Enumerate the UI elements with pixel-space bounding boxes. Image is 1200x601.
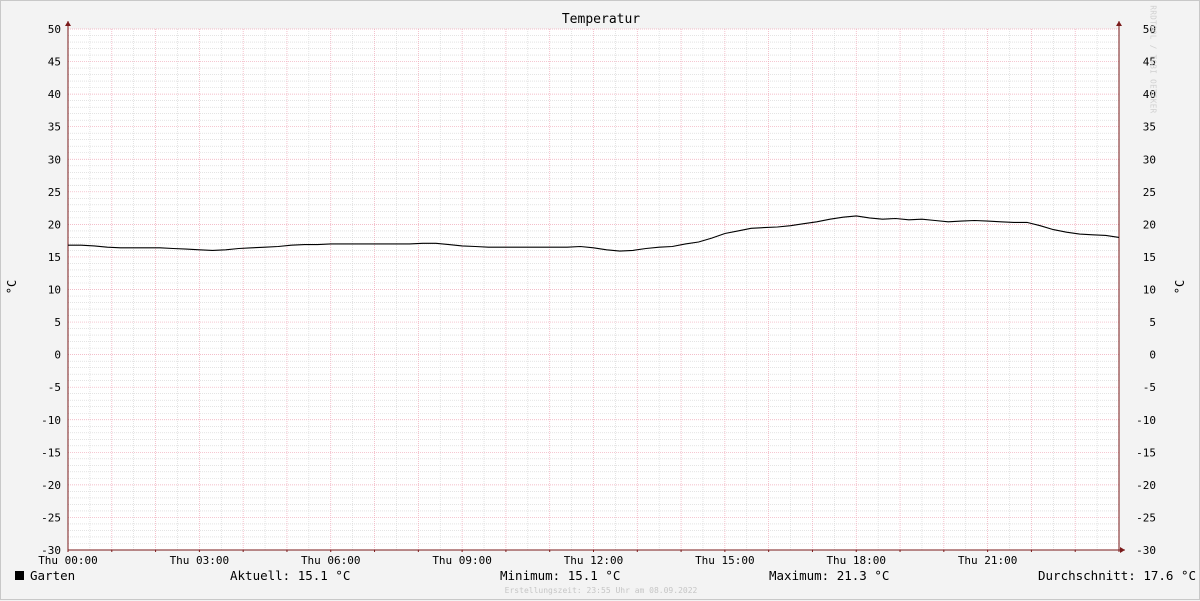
- legend-maximum: Maximum: 21.3 °C: [769, 568, 890, 583]
- y-tick-label-left: 5: [54, 316, 61, 329]
- chart-window: 50 50 45 45 40 40 35 35 30 30 25 25 20 20 15 15 10 10 5 5 0 0…: [0, 0, 1200, 600]
- y-tick-label-right: -15: [1136, 446, 1156, 459]
- y-tick-label-right: 10: [1143, 284, 1156, 297]
- y-tick-label-right: -25: [1136, 511, 1156, 524]
- x-tick-label: Thu 00:00: [38, 554, 98, 567]
- x-tick-label: Thu 09:00: [432, 554, 492, 567]
- x-tick-label: Thu 03:00: [170, 554, 230, 567]
- legend-current: Aktuell: 15.1 °C: [230, 568, 351, 583]
- y-tick-label-left: -15: [41, 446, 61, 459]
- x-tick-label: Thu 15:00: [695, 554, 755, 567]
- y-axis-label-right: °C: [1173, 279, 1187, 295]
- rrdtool-credit: RRDTOOL / TOBI OETIKER: [1148, 5, 1158, 114]
- y-tick-label-right: 25: [1143, 186, 1156, 199]
- y-tick-label-left: 45: [48, 56, 61, 69]
- y-tick-label-left: -10: [41, 414, 61, 427]
- y-tick-label-left: -5: [48, 381, 61, 394]
- y-tick-label-right: -5: [1143, 381, 1156, 394]
- chart-canvas: 50 5045 4540 4035 3530 3025 2520 2015 1510 105 50 0…: [38, 21, 1156, 567]
- y-tick-label-right: -30: [1136, 544, 1156, 557]
- y-tick-label-left: 10: [48, 284, 61, 297]
- x-axis-arrow: [1120, 547, 1125, 553]
- y-tick-label-left: 20: [48, 218, 61, 231]
- y-tick-label-left: 40: [48, 88, 61, 101]
- y-tick-label-right: 0: [1149, 349, 1156, 362]
- x-tick-label: Thu 06:00: [301, 554, 361, 567]
- y-tick-label-right: -20: [1136, 479, 1156, 492]
- legend-swatch: [15, 571, 24, 580]
- y-tick-label-left: -25: [41, 511, 61, 524]
- y-tick-label-left: 15: [48, 251, 61, 264]
- y-tick-label-left: 30: [48, 153, 61, 166]
- legend-series: Garten: [15, 568, 75, 583]
- y-tick-label-left: 35: [48, 121, 61, 134]
- legend-series-name: Garten: [30, 568, 76, 583]
- y-tick-label-left: 25: [48, 186, 61, 199]
- y-tick-label-right: 5: [1149, 316, 1156, 329]
- y-tick-label-right: 20: [1143, 218, 1156, 231]
- x-tick-label: Thu 18:00: [826, 554, 886, 567]
- y-tick-label-right: -10: [1136, 414, 1156, 427]
- y-tick-label-left: 0: [54, 349, 61, 362]
- x-tick-label: Thu 12:00: [564, 554, 624, 567]
- legend-minimum: Minimum: 15.1 °C: [500, 568, 621, 583]
- footer-timestamp: Erstellungszeit: 23:55 Uhr am 08.09.2022: [504, 586, 698, 595]
- y-tick-label-right: 15: [1143, 251, 1156, 264]
- y-tick-label-right: 30: [1143, 153, 1156, 166]
- x-tick-label: Thu 21:00: [958, 554, 1018, 567]
- y-tick-label-right: 35: [1143, 121, 1156, 134]
- y-tick-label-left: -20: [41, 479, 61, 492]
- chart-title: Temperatur: [561, 12, 641, 27]
- legend-average: Durchschnitt: 17.6 °C: [1038, 568, 1197, 583]
- y-axis-label-left: °C: [5, 279, 19, 295]
